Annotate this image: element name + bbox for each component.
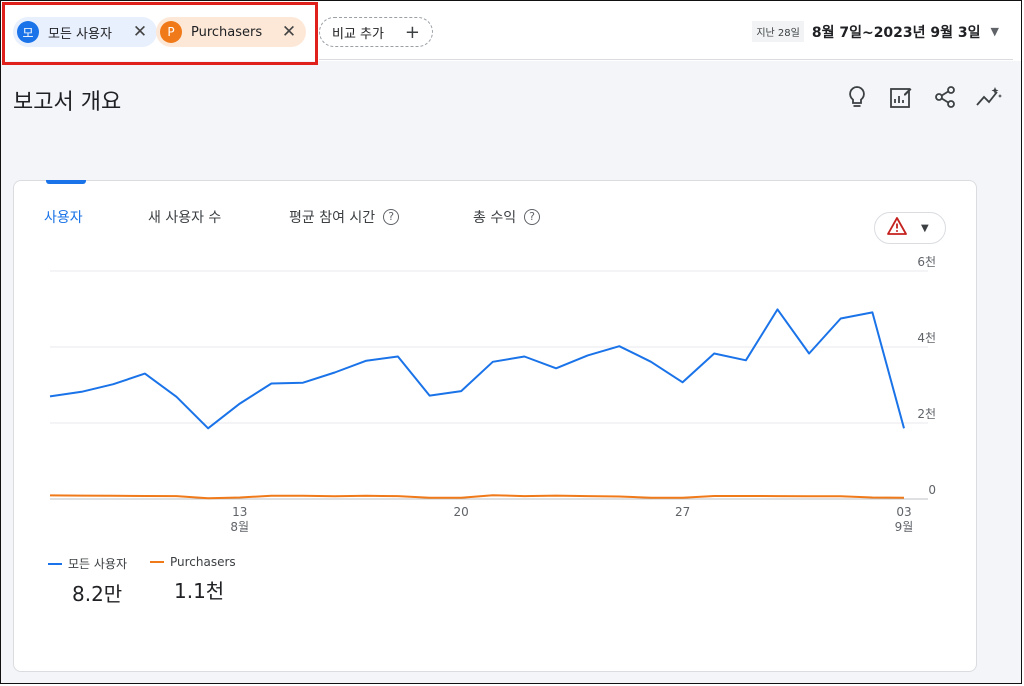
edit-report-icon[interactable] (887, 83, 915, 111)
y-tick-label: 2천 (917, 406, 936, 421)
date-period-badge: 지난 28일 (752, 21, 804, 42)
legend-swatch (48, 562, 62, 565)
legend-item-all-users: 모든 사용자 8.2만 (48, 555, 127, 607)
legend-swatch (150, 561, 164, 563)
caret-down-icon: ▼ (990, 25, 999, 38)
date-range-text: 8월 7일~2023년 9월 3일 (811, 24, 981, 41)
legend-item-purchasers: Purchasers 1.1천 (150, 555, 236, 604)
y-tick-label: 4천 (917, 330, 936, 345)
lightbulb-icon[interactable] (843, 83, 871, 111)
report-toolbar (843, 83, 1003, 111)
add-comparison-label: 비교 추가 (332, 26, 384, 42)
analytics-window: 모 모든 사용자 ✕ P Purchasers ✕ 비교 추가 + 지난 28일… (0, 0, 1022, 684)
share-icon[interactable] (931, 83, 959, 111)
highlight-annotation-box (2, 2, 318, 65)
x-tick-label: 20 (454, 505, 469, 519)
series-line-all-users (49, 308, 905, 430)
legend-total: 1.1천 (174, 579, 225, 603)
legend-label: 모든 사용자 (68, 557, 128, 571)
x-tick-sublabel: 8월 (230, 520, 249, 534)
page-title: 보고서 개요 (13, 90, 122, 115)
date-range-picker[interactable]: 지난 28일 8월 7일~2023년 9월 3일 ▼ (752, 21, 999, 42)
divider (319, 59, 1013, 60)
users-line-chart: 0 2천 4천 6천 138월 20 27 039월 (49, 254, 936, 534)
x-tick-label: 27 (675, 505, 690, 519)
y-tick-label: 0 (928, 483, 936, 497)
x-tick-label: 13 (232, 505, 247, 519)
insights-icon[interactable] (975, 83, 1003, 111)
legend-total: 8.2만 (72, 582, 123, 606)
plus-icon: + (404, 21, 420, 43)
add-comparison-button[interactable]: 비교 추가 + (319, 17, 433, 47)
y-tick-label: 6천 (917, 254, 936, 269)
legend-label: Purchasers (170, 555, 236, 569)
report-card: 사용자 새 사용자 수 평균 참여 시간 ? 총 수익 ? ▼ 0 2천 4천 6천 1… (13, 180, 977, 672)
x-tick-label: 03 (896, 505, 911, 519)
series-line-purchasers (49, 494, 905, 500)
x-tick-sublabel: 9월 (895, 520, 914, 534)
